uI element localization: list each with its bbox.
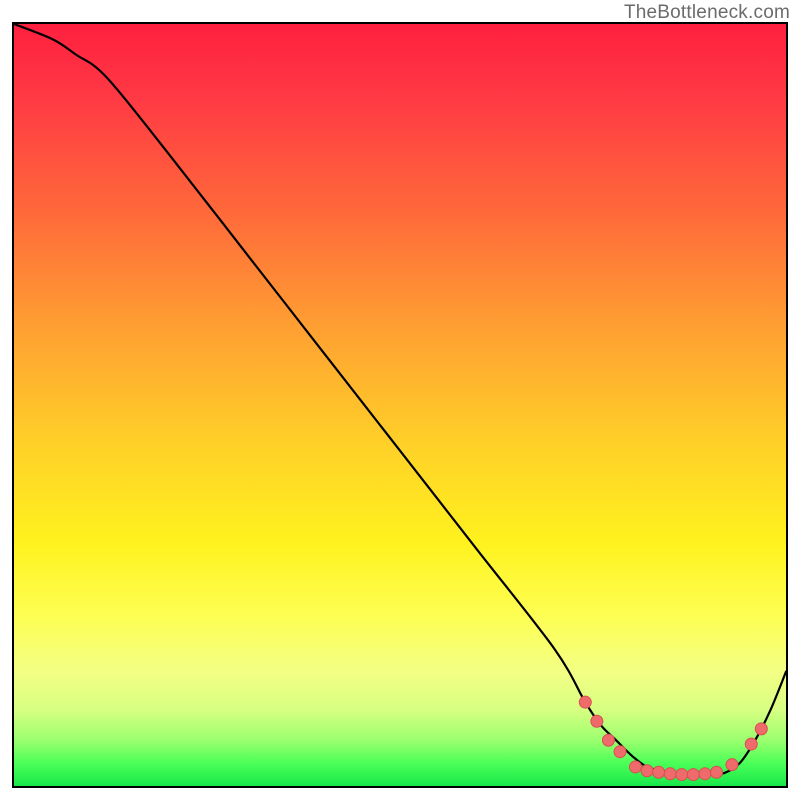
curve-marker-0 (579, 696, 591, 708)
curve-marker-1 (591, 715, 603, 727)
watermark-text: TheBottleneck.com (624, 2, 790, 24)
curve-marker-2 (602, 734, 614, 746)
bottleneck-curve-svg (14, 24, 786, 786)
curve-marker-7 (664, 768, 676, 780)
chart-stage: TheBottleneck.com (0, 0, 800, 800)
curve-marker-group (579, 696, 767, 780)
curve-marker-8 (676, 769, 688, 781)
curve-marker-12 (726, 759, 738, 771)
curve-marker-14 (755, 723, 767, 735)
plot-area (12, 22, 788, 788)
curve-marker-11 (711, 766, 723, 778)
curve-marker-13 (745, 738, 757, 750)
bottleneck-curve-path (14, 24, 786, 775)
curve-marker-4 (629, 761, 641, 773)
curve-marker-5 (641, 765, 653, 777)
curve-marker-6 (653, 766, 665, 778)
curve-marker-3 (614, 746, 626, 758)
curve-marker-9 (687, 769, 699, 781)
curve-marker-10 (699, 768, 711, 780)
